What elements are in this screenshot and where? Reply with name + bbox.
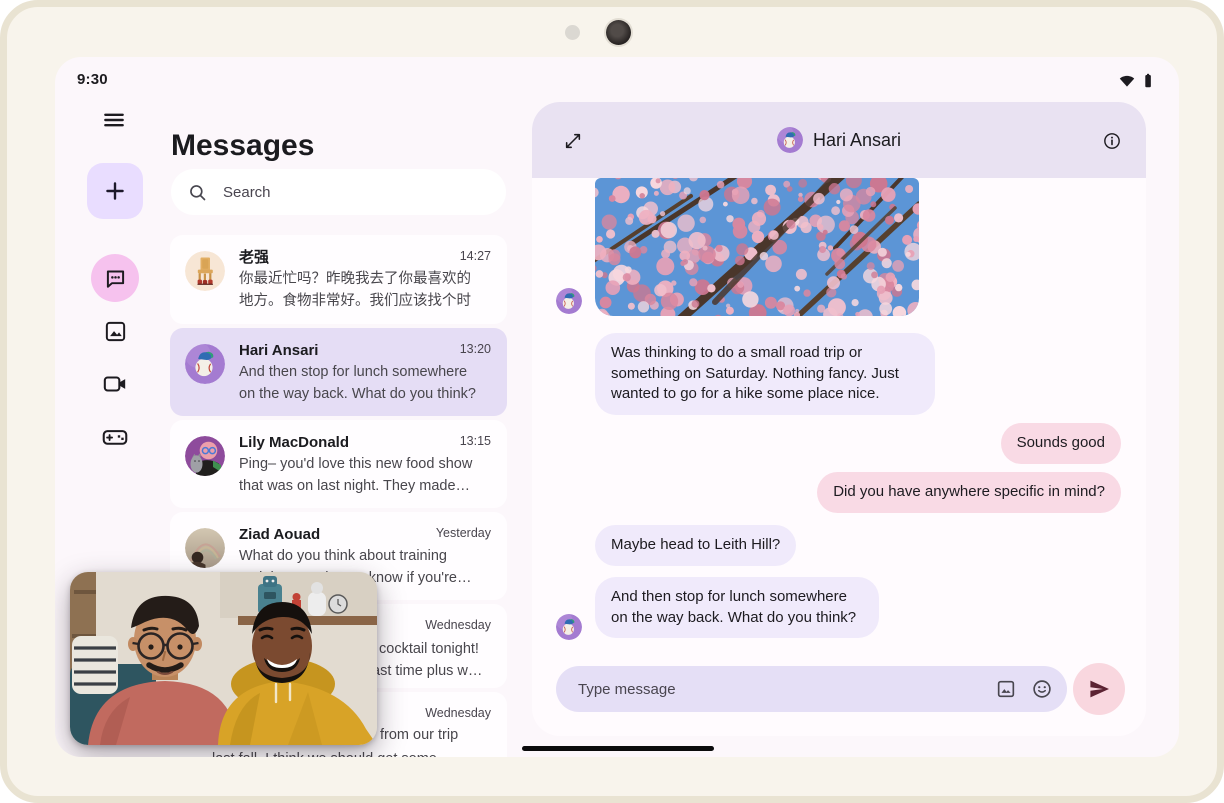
- pip-video-call-overlay[interactable]: [70, 572, 377, 745]
- new-conversation-fab[interactable]: [87, 163, 143, 219]
- plus-icon: [102, 178, 128, 204]
- cherry-blossom-photo: [595, 178, 919, 316]
- chat-contact[interactable]: Hari Ansari: [532, 102, 1146, 178]
- photo-icon: [103, 319, 128, 344]
- video-call-selfie-two-men: [70, 572, 377, 745]
- rail-item-video[interactable]: [91, 360, 139, 408]
- avatar: [556, 614, 582, 640]
- rail-item-games[interactable]: [91, 413, 139, 461]
- info-icon[interactable]: [1102, 131, 1122, 151]
- conversation-time: Wednesday: [425, 706, 491, 720]
- conversation-name: Lily MacDonald: [239, 432, 491, 453]
- search-icon: [187, 182, 208, 203]
- search-bar[interactable]: [171, 169, 506, 215]
- gesture-navigation-bar[interactable]: [522, 746, 714, 751]
- chat-contact-name: Hari Ansari: [813, 130, 901, 151]
- attach-image-icon[interactable]: [995, 678, 1017, 700]
- conversation-lily-macdonald[interactable]: Lily MacDonald 13:15 Ping– you'd love th…: [170, 420, 507, 508]
- conversation-preview: Ping– you'd love this new food show that…: [239, 454, 485, 497]
- conversation-time: 13:20: [460, 342, 491, 356]
- emoji-icon[interactable]: [1031, 678, 1053, 700]
- avatar: [777, 127, 803, 153]
- conversation-name: 老强: [239, 247, 491, 268]
- rail-item-gallery[interactable]: [91, 307, 139, 355]
- video-camera-icon: [102, 371, 128, 397]
- screen: 9:30 Messages 老强: [55, 57, 1179, 757]
- send-icon: [1087, 677, 1111, 701]
- rail-item-chats[interactable]: [91, 254, 139, 302]
- conversation-time: Wednesday: [425, 618, 491, 632]
- conversation-preview: And then stop for lunch somewhere on the…: [239, 362, 485, 405]
- chat-pane: Hari Ansari Was thinking to do a small r…: [532, 102, 1146, 736]
- search-input[interactable]: [221, 183, 445, 202]
- status-icons: [1118, 72, 1157, 90]
- conversation-laoqiang[interactable]: 老强 14:27 你最近忙吗？昨晚我去了你最喜欢的地方。食物非常好。我们应该找个…: [170, 235, 507, 324]
- hamburger-menu-icon[interactable]: [101, 107, 127, 133]
- conversation-preview-fragment: last fall. I think we should get some…: [212, 749, 451, 757]
- avatar: [185, 528, 225, 568]
- conversation-name: Hari Ansari: [239, 340, 491, 361]
- avatar: [185, 344, 225, 384]
- gamepad-icon: [102, 424, 128, 450]
- incoming-message[interactable]: Maybe head to Leith Hill?: [595, 525, 796, 566]
- battery-icon: [1139, 72, 1157, 90]
- outgoing-message[interactable]: Sounds good: [1001, 423, 1121, 464]
- avatar: [556, 288, 582, 314]
- page-title: Messages: [171, 129, 314, 163]
- conversation-time: 13:15: [460, 434, 491, 448]
- conversation-hari-ansari[interactable]: Hari Ansari 13:20 And then stop for lunc…: [170, 328, 507, 416]
- front-camera: [606, 20, 631, 45]
- message-image-cherry-blossoms[interactable]: [595, 178, 919, 316]
- tablet-device: 9:30 Messages 老强: [0, 0, 1224, 803]
- conversation-preview: 你最近忙吗？昨晚我去了你最喜欢的地方。食物非常好。我们应该找个时间…: [239, 269, 485, 313]
- conversation-time: 14:27: [460, 249, 491, 263]
- message-input[interactable]: [576, 680, 981, 699]
- avatar: [185, 251, 225, 291]
- chat-header: Hari Ansari: [532, 102, 1146, 178]
- status-time: 9:30: [77, 71, 108, 88]
- incoming-message[interactable]: And then stop for lunch somewhere on the…: [595, 577, 879, 638]
- conversation-preview-fragment: from our trip: [380, 725, 458, 747]
- conversation-preview-fragment: ast time plus w…: [372, 661, 482, 683]
- incoming-message[interactable]: Was thinking to do a small road trip or …: [595, 333, 935, 415]
- light-sensor-dot: [565, 25, 580, 40]
- chat-bubble-icon: [103, 266, 128, 291]
- conversation-time: Yesterday: [436, 526, 491, 540]
- conversation-preview-fragment: cocktail tonight!: [379, 639, 479, 661]
- send-button[interactable]: [1073, 663, 1125, 715]
- outgoing-message[interactable]: Did you have anywhere specific in mind?: [817, 472, 1121, 513]
- compose-bar[interactable]: [556, 666, 1067, 712]
- wifi-icon: [1118, 72, 1136, 90]
- avatar: [185, 436, 225, 476]
